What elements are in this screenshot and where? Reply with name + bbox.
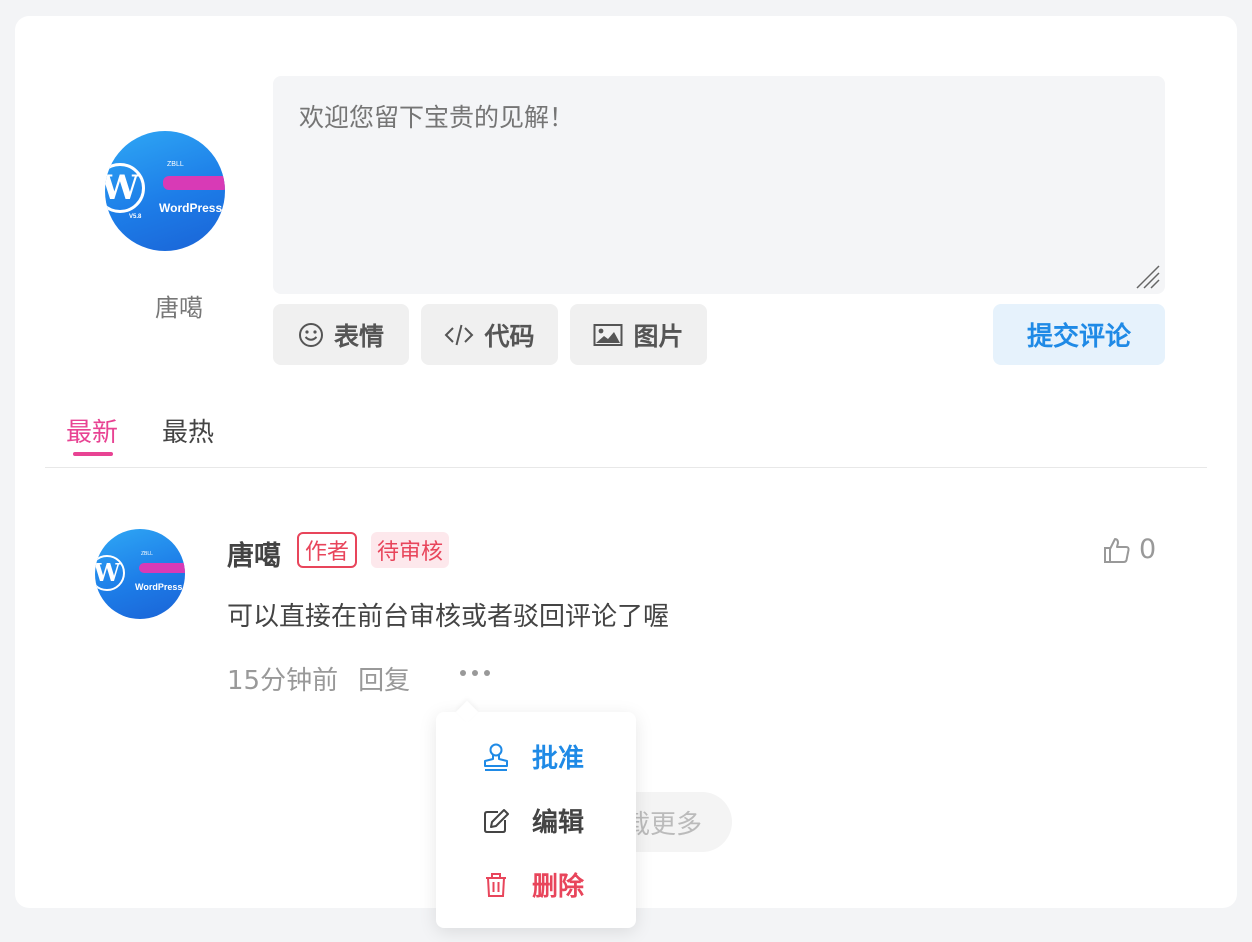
avatar-brand: ZBLL	[141, 551, 153, 557]
user-avatar: W ZBLL WordPress V5.8	[105, 131, 225, 251]
comment-input[interactable]	[273, 76, 1165, 294]
code-label: 代码	[484, 321, 535, 351]
comment-actions-menu: 批准 编辑 删除	[436, 700, 636, 928]
menu-item-edit[interactable]: 编辑	[482, 802, 584, 839]
avatar-brand: ZBLL	[167, 161, 184, 168]
approve-stamp-icon	[484, 743, 508, 771]
like-count: 0	[1139, 534, 1157, 565]
emoji-label: 表情	[333, 321, 384, 351]
active-tab-indicator	[73, 452, 113, 456]
thumbs-up-icon	[1104, 537, 1130, 563]
avatar-product: WordPress	[135, 582, 183, 592]
emoji-button[interactable]: 表情	[273, 304, 409, 365]
avatar-banner	[163, 176, 225, 190]
avatar-version: V5.8	[129, 214, 142, 220]
code-button[interactable]: 代码	[421, 304, 558, 365]
comment-avatar: W ZBLL WordPress	[95, 529, 185, 619]
menu-item-delete[interactable]: 删除	[482, 866, 584, 903]
menu-item-approve[interactable]: 批准	[482, 738, 584, 775]
wordpress-logo-icon: W	[95, 555, 125, 591]
edit-label: 编辑	[532, 808, 585, 838]
submit-comment-button[interactable]: 提交评论	[993, 304, 1165, 365]
comment-time: 15分钟前	[227, 666, 339, 696]
comment-author[interactable]: 唐噶	[227, 534, 281, 573]
resize-grip-icon[interactable]	[1133, 262, 1161, 290]
image-icon	[593, 323, 623, 346]
comment-text: 可以直接在前台审核或者驳回评论了喔	[227, 602, 670, 632]
tab-latest[interactable]: 最新	[66, 412, 118, 449]
avatar-banner	[139, 563, 185, 573]
trash-icon	[486, 872, 506, 897]
like-button[interactable]: 0	[1103, 534, 1156, 565]
comment-meta: 15分钟前 回复	[227, 660, 410, 697]
reply-link[interactable]: 回复	[358, 660, 410, 697]
smile-icon	[298, 322, 323, 347]
delete-label: 删除	[532, 872, 585, 902]
tabs-divider	[45, 467, 1207, 468]
composer-user-name: 唐噶	[155, 294, 203, 322]
image-button[interactable]: 图片	[570, 304, 707, 365]
comment-section-card: W ZBLL WordPress V5.8 唐噶 表情 代码 图	[15, 16, 1237, 928]
author-badge: 作者	[297, 532, 358, 568]
wordpress-logo-icon: W	[105, 163, 145, 213]
code-icon	[445, 324, 474, 345]
image-label: 图片	[633, 321, 684, 351]
menu-arrow	[455, 700, 479, 724]
edit-icon	[484, 808, 509, 833]
avatar-product: WordPress	[159, 201, 223, 215]
more-options-icon[interactable]	[460, 670, 490, 676]
approve-label: 批准	[532, 744, 585, 774]
tab-hottest[interactable]: 最热	[162, 412, 214, 449]
pending-review-badge: 待审核	[371, 532, 450, 568]
